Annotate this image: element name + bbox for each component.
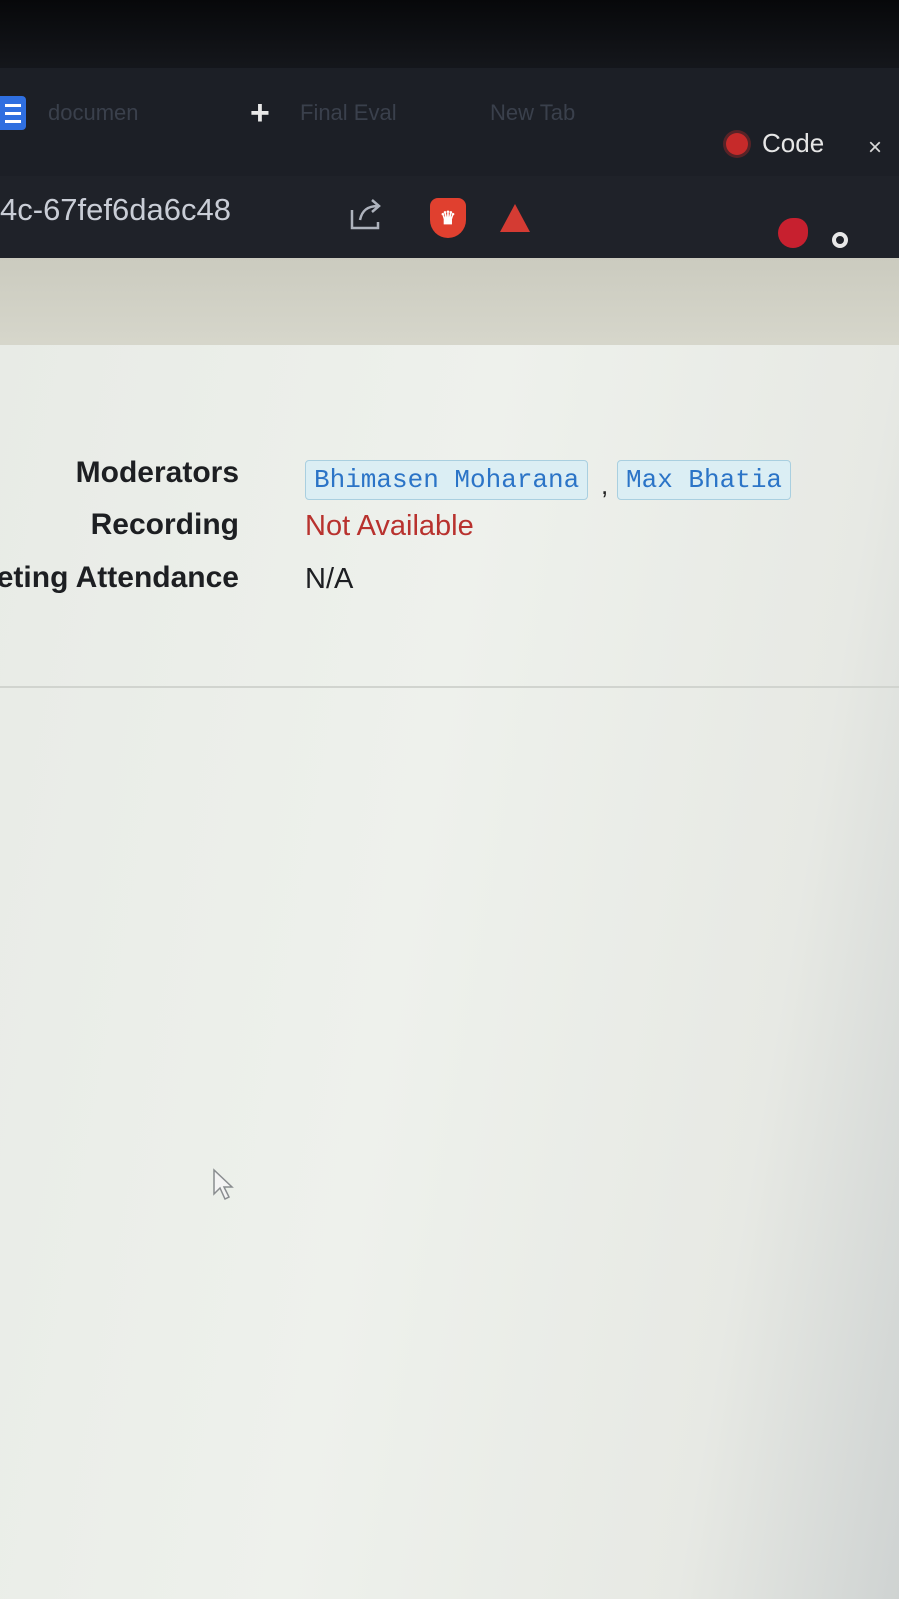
moderators-label: Moderators [75,456,239,489]
recording-value: Not Available [305,510,474,542]
attendance-value: N/A [305,563,354,595]
brave-shield-icon[interactable]: ♛ [430,198,466,238]
recording-label: Recording [90,508,239,541]
tab-menu-icon[interactable] [0,96,26,130]
url-field[interactable]: 4c-67fef6da6c48 [0,192,231,228]
share-icon[interactable] [348,196,384,232]
tab-final-eval[interactable]: Final Eval [300,100,397,126]
tab-code-label: Code [762,128,825,158]
section-divider [0,686,899,688]
tab-document[interactable]: documen [48,100,139,126]
tab-new-tab[interactable]: New Tab [490,100,575,126]
rewards-icon[interactable] [500,204,530,232]
extension-icon[interactable] [778,218,808,248]
profile-icon[interactable] [832,232,848,248]
plus-icon[interactable]: + [250,94,270,133]
moderator-chip[interactable]: Bhimasen Moharana [305,460,589,500]
attendance-label: eting Attendance [0,561,239,594]
page-header-strip [0,258,899,358]
bug-icon [726,132,748,155]
close-icon[interactable]: × [868,134,882,162]
moderator-separator: , [601,470,609,500]
tab-code[interactable]: Code [726,128,824,159]
screen-bezel [0,0,899,70]
mouse-cursor-icon [213,1168,234,1201]
moderator-chip[interactable]: Max Bhatia [617,460,792,500]
